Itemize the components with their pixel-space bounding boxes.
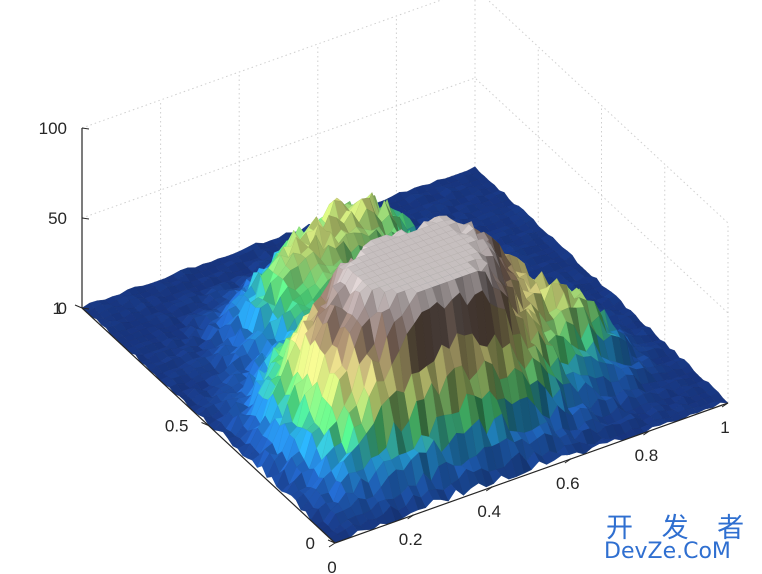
x-tick: [328, 542, 336, 548]
z-tick-label: 0: [58, 299, 67, 318]
z-tick: [81, 127, 90, 130]
x-tick-label: 0.6: [556, 474, 580, 493]
surface-plot: 00.20.40.60.8100.51050100: [39, 0, 730, 574]
y-tick: [74, 304, 83, 309]
x-tick-label: 1: [720, 418, 729, 437]
grid-line: [81, 0, 729, 224]
x-tick-label: 0.2: [399, 530, 423, 549]
watermark-domain: DevZe.CoM: [604, 539, 731, 564]
z-tick-label: 100: [39, 119, 67, 138]
z-tick-label: 50: [48, 209, 67, 228]
x-tick-label: 0: [327, 558, 336, 574]
x-tick-label: 0.4: [477, 502, 501, 521]
y-tick-label: 0.5: [165, 417, 189, 436]
x-tick-label: 0.8: [635, 446, 659, 465]
y-tick-label: 0: [306, 534, 315, 553]
z-tick: [81, 217, 90, 220]
